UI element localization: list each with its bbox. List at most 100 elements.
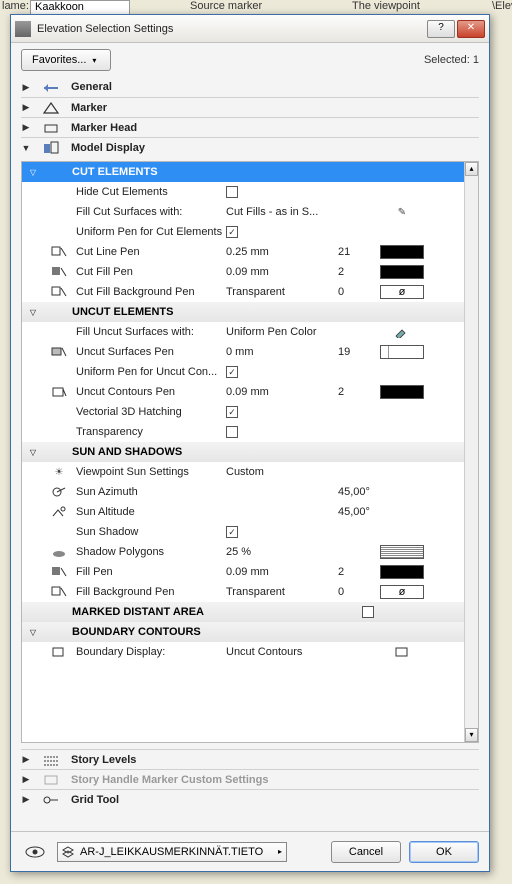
group-boundary-contours[interactable]: ▽ BOUNDARY CONTOURS <box>22 622 464 642</box>
bg-source-label: Source marker <box>190 0 262 12</box>
row-sun-altitude[interactable]: Sun Altitude 45,00° <box>22 502 464 522</box>
checkbox[interactable] <box>226 186 238 198</box>
layer-icon <box>62 846 74 858</box>
collapse-icon: ▽ <box>22 168 44 177</box>
close-button[interactable]: ✕ <box>457 20 485 38</box>
scroll-up-icon[interactable]: ▴ <box>465 162 478 176</box>
app-icon <box>15 21 31 37</box>
scroll-down-icon[interactable]: ▾ <box>465 728 478 742</box>
boundary-icon <box>50 645 68 659</box>
contour-type-icon[interactable] <box>393 645 411 659</box>
grid-icon <box>41 793 61 807</box>
collapse-icon: ▽ <box>22 448 44 457</box>
pencil-icon[interactable]: ✎ <box>393 205 411 219</box>
sun-icon: ☀ <box>50 465 68 479</box>
collapse-icon: ▽ <box>22 308 44 317</box>
checkbox[interactable] <box>362 606 374 618</box>
row-viewpoint-sun[interactable]: ☀ Viewpoint Sun Settings Custom <box>22 462 464 482</box>
model-display-icon <box>41 141 61 155</box>
bg-pen-icon <box>50 585 68 599</box>
pen-swatch[interactable] <box>380 385 424 399</box>
transparent-swatch[interactable]: ø <box>380 585 424 599</box>
ok-button[interactable]: OK <box>409 841 479 863</box>
row-uncut-cont-pen[interactable]: Uncut Contours Pen 0.09 mm 2 <box>22 382 464 402</box>
row-cut-fill-bg-pen[interactable]: Cut Fill Background Pen Transparent 0 ø <box>22 282 464 302</box>
expand-icon: ▶ <box>21 82 31 93</box>
row-fill-pen[interactable]: Fill Pen 0.09 mm 2 <box>22 562 464 582</box>
layer-combo[interactable]: AR-J_LEIKKAUSMERKINNÄT.TIETO ▸ <box>57 842 287 862</box>
section-marker-head[interactable]: ▶ Marker Head <box>21 117 479 137</box>
section-story-levels[interactable]: ▶ Story Levels <box>21 749 479 769</box>
row-fill-bg-pen[interactable]: Fill Background Pen Transparent 0 ø <box>22 582 464 602</box>
line-pen-icon <box>50 245 68 259</box>
bg-viewpoint-label: The viewpoint <box>352 0 420 12</box>
layer-visibility-icon[interactable] <box>21 843 49 861</box>
checkbox-checked[interactable]: ✓ <box>226 226 238 238</box>
checkbox-checked[interactable]: ✓ <box>226 406 238 418</box>
titlebar[interactable]: Elevation Selection Settings ? ✕ <box>11 15 489 43</box>
row-cut-fill-pen[interactable]: Cut Fill Pen 0.09 mm 2 <box>22 262 464 282</box>
collapse-icon: ▽ <box>22 628 44 637</box>
row-vectorial-hatching[interactable]: Vectorial 3D Hatching ✓ <box>22 402 464 422</box>
checkbox[interactable] <box>226 426 238 438</box>
section-story-handle[interactable]: ▶ Story Handle Marker Custom Settings <box>21 769 479 789</box>
bg-name-label: lame: <box>2 0 29 12</box>
pen-swatch[interactable] <box>380 565 424 579</box>
chevron-down-icon: ▾ <box>92 56 96 65</box>
group-marked-distant[interactable]: MARKED DISTANT AREA <box>22 602 464 622</box>
row-transparency[interactable]: Transparency <box>22 422 464 442</box>
row-shadow-polygons[interactable]: Shadow Polygons 25 % <box>22 542 464 562</box>
marker-icon <box>41 101 61 115</box>
general-icon <box>41 80 61 94</box>
group-sun-shadows[interactable]: ▽ SUN AND SHADOWS <box>22 442 464 462</box>
checkbox-checked[interactable]: ✓ <box>226 366 238 378</box>
row-hide-cut[interactable]: Hide Cut Elements <box>22 182 464 202</box>
row-uni-pen-uncut[interactable]: Uniform Pen for Uncut Con... ✓ <box>22 362 464 382</box>
section-general[interactable]: ▶ General <box>21 77 479 97</box>
pen-swatch[interactable] <box>380 265 424 279</box>
row-uncut-surf-pen[interactable]: Uncut Surfaces Pen 0 mm 19 <box>22 342 464 362</box>
section-marker[interactable]: ▶ Marker <box>21 97 479 117</box>
row-cut-line-pen[interactable]: Cut Line Pen 0.25 mm 21 <box>22 242 464 262</box>
dialog-title: Elevation Selection Settings <box>37 23 425 35</box>
expand-icon: ▶ <box>21 754 31 765</box>
checkbox-checked[interactable]: ✓ <box>226 526 238 538</box>
story-levels-icon <box>41 753 61 767</box>
chevron-right-icon: ▸ <box>278 847 282 856</box>
row-fill-uncut[interactable]: Fill Uncut Surfaces with: Uniform Pen Co… <box>22 322 464 342</box>
expand-icon: ▶ <box>21 122 31 133</box>
row-fill-cut-surfaces[interactable]: Fill Cut Surfaces with: Cut Fills - as i… <box>22 202 464 222</box>
layer-name: AR-J_LEIKKAUSMERKINNÄT.TIETO <box>80 846 263 858</box>
elevation-settings-dialog: Elevation Selection Settings ? ✕ Favorit… <box>10 14 490 872</box>
expand-icon: ▶ <box>21 774 31 785</box>
altitude-icon <box>50 505 68 519</box>
section-model-display[interactable]: ▼ Model Display <box>21 137 479 157</box>
cancel-button[interactable]: Cancel <box>331 841 401 863</box>
row-sun-azimuth[interactable]: Sun Azimuth 45,00° <box>22 482 464 502</box>
shadow-icon <box>50 545 68 559</box>
bg-pen-icon <box>50 285 68 299</box>
scrollbar[interactable]: ▴ ▾ <box>464 162 478 742</box>
story-handle-icon <box>41 773 61 787</box>
collapse-icon: ▼ <box>21 143 31 153</box>
row-uniform-pen-cut[interactable]: Uniform Pen for Cut Elements ✓ <box>22 222 464 242</box>
row-sun-shadow[interactable]: Sun Shadow ✓ <box>22 522 464 542</box>
azimuth-icon <box>50 485 68 499</box>
pen-swatch[interactable] <box>380 245 424 259</box>
expand-icon: ▶ <box>21 102 31 113</box>
group-cut-elements[interactable]: ▽ CUT ELEMENTS <box>22 162 464 182</box>
section-grid-tool[interactable]: ▶ Grid Tool <box>21 789 479 809</box>
pen-swatch[interactable] <box>380 345 424 359</box>
transparent-swatch[interactable]: ø <box>380 285 424 299</box>
help-button[interactable]: ? <box>427 20 455 38</box>
hatch-swatch[interactable] <box>380 545 424 559</box>
fill-pen-icon <box>50 565 68 579</box>
group-uncut-elements[interactable]: ▽ UNCUT ELEMENTS <box>22 302 464 322</box>
bg-elev-label: \Elev <box>492 0 512 12</box>
expand-icon: ▶ <box>21 794 31 805</box>
paint-icon[interactable] <box>393 325 411 339</box>
row-boundary-display[interactable]: Boundary Display: Uncut Contours <box>22 642 464 662</box>
marker-head-icon <box>41 121 61 135</box>
favorites-button[interactable]: Favorites... ▾ <box>21 49 111 71</box>
model-display-panel: ▽ CUT ELEMENTS Hide Cut Elements Fill Cu… <box>21 161 479 743</box>
